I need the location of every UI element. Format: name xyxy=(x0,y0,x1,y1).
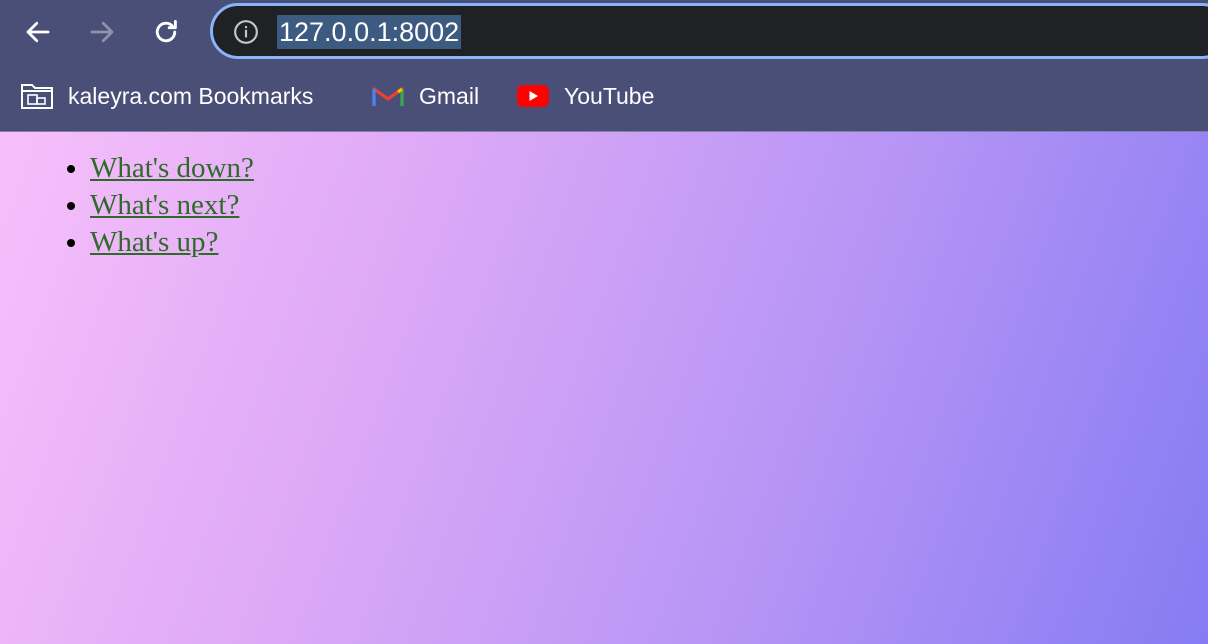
browser-toolbar: 127.0.0.1:8002 xyxy=(0,0,1208,66)
youtube-icon xyxy=(516,81,550,111)
link-whats-down[interactable]: What's down? xyxy=(90,152,254,184)
page-content: What's down? What's next? What's up? xyxy=(0,132,1208,644)
bookmark-gmail[interactable]: Gmail xyxy=(371,78,479,114)
gmail-icon xyxy=(371,81,405,111)
address-bar[interactable]: 127.0.0.1:8002 xyxy=(210,3,1208,59)
bookmark-label: YouTube xyxy=(564,82,655,109)
bookmark-label: kaleyra.com Bookmarks xyxy=(68,82,314,109)
arrow-left-icon xyxy=(26,21,50,43)
arrow-right-icon xyxy=(90,21,114,43)
back-button[interactable] xyxy=(18,12,58,52)
bookmark-label: Gmail xyxy=(419,82,480,109)
list-item: What's next? xyxy=(90,187,254,224)
info-icon[interactable] xyxy=(233,19,259,45)
link-whats-next[interactable]: What's next? xyxy=(90,189,239,221)
list-item: What's up? xyxy=(90,224,254,261)
link-whats-up[interactable]: What's up? xyxy=(90,226,218,258)
reload-button[interactable] xyxy=(146,12,186,52)
link-list: What's down? What's next? What's up? xyxy=(90,150,254,261)
bookmark-kaleyra[interactable]: kaleyra.com Bookmarks xyxy=(20,78,313,114)
reload-icon xyxy=(155,19,177,43)
folder-icon xyxy=(20,81,54,111)
bookmark-youtube[interactable]: YouTube xyxy=(516,78,654,114)
browser-chrome: 127.0.0.1:8002 kaleyra.com Bookmarks Gma… xyxy=(0,0,1208,132)
url-text[interactable]: 127.0.0.1:8002 xyxy=(277,15,462,49)
bookmarks-bar: kaleyra.com Bookmarks Gmail YouTube xyxy=(0,70,1208,122)
list-item: What's down? xyxy=(90,150,254,187)
forward-button[interactable] xyxy=(82,12,122,52)
